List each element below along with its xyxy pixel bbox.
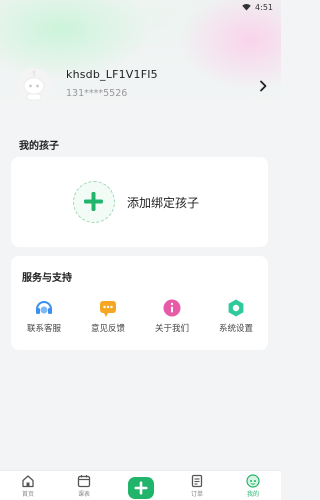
service-about-us[interactable]: 关于我们 — [142, 298, 202, 334]
chevron-right-icon[interactable] — [258, 80, 268, 92]
tab-label: 订单 — [190, 491, 203, 498]
headset-icon — [36, 301, 52, 314]
chat-bubble-icon — [100, 301, 116, 317]
tab-mine[interactable]: 我的 — [233, 474, 273, 498]
service-label: 关于我们 — [154, 324, 189, 334]
home-icon — [22, 475, 34, 488]
profile-robot-icon — [246, 474, 260, 488]
profile-phone: 131****5526 — [66, 88, 128, 99]
service-label: 系统设置 — [218, 324, 253, 334]
gear-icon — [228, 299, 244, 317]
status-bar: 4:51 — [0, 0, 281, 14]
wifi-icon — [242, 3, 251, 10]
status-time: 4:51 — [255, 2, 273, 12]
service-feedback[interactable]: 意见反馈 — [78, 298, 138, 334]
service-label: 意见反馈 — [90, 324, 125, 334]
add-child-button[interactable] — [73, 181, 115, 223]
plus-icon — [84, 192, 103, 211]
calendar-icon — [77, 475, 91, 488]
tab-orders[interactable]: 订单 — [177, 474, 217, 498]
tab-schedule[interactable]: 课表 — [64, 474, 104, 498]
tab-label: 首页 — [21, 491, 34, 498]
tab-label: 课表 — [77, 491, 90, 498]
profile-nickname: khsdb_LF1V1FI5 — [66, 68, 158, 81]
add-child-card[interactable]: 添加绑定孩子 — [11, 157, 268, 247]
add-child-label: 添加绑定孩子 — [127, 196, 200, 210]
service-system-settings[interactable]: 系统设置 — [206, 298, 266, 334]
service-contact-support[interactable]: 联系客服 — [14, 298, 74, 334]
my-children-title: 我的孩子 — [19, 141, 59, 152]
tab-home[interactable]: 首页 — [8, 474, 48, 498]
robot-avatar-icon[interactable] — [17, 68, 51, 102]
service-label: 联系客服 — [26, 324, 61, 334]
services-card: 服务与支持 联系客服 意见反馈 关于我们 系统设置 — [11, 256, 268, 350]
tab-label: 我的 — [246, 491, 259, 498]
plus-icon — [134, 481, 148, 495]
order-icon — [191, 474, 203, 488]
center-add-button[interactable] — [128, 477, 154, 499]
profile-header[interactable]: khsdb_LF1V1FI5 131****5526 — [0, 62, 281, 112]
services-title: 服务与支持 — [22, 273, 72, 284]
info-icon — [163, 299, 181, 317]
